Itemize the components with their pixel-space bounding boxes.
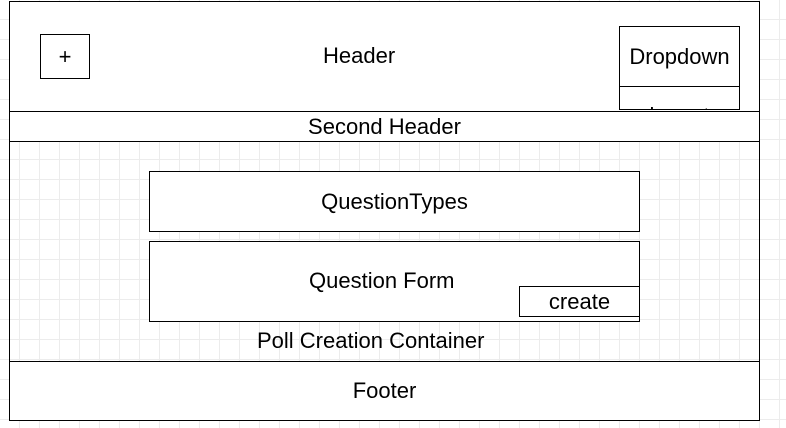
question-form-label: Question Form <box>309 268 455 293</box>
add-button[interactable]: + <box>40 34 90 79</box>
poll-creation-container-label: Poll Creation Container <box>257 328 485 353</box>
logout-label: logout <box>620 103 739 109</box>
footer: Footer <box>9 361 760 421</box>
second-header: Second Header <box>9 111 760 142</box>
logout-menu-item[interactable]: logout <box>619 86 740 110</box>
dropdown-button[interactable]: Dropdown <box>619 26 740 87</box>
question-types-panel[interactable]: QuestionTypes <box>149 171 640 232</box>
header-title: Header <box>323 43 396 68</box>
create-button[interactable]: create <box>519 286 640 317</box>
